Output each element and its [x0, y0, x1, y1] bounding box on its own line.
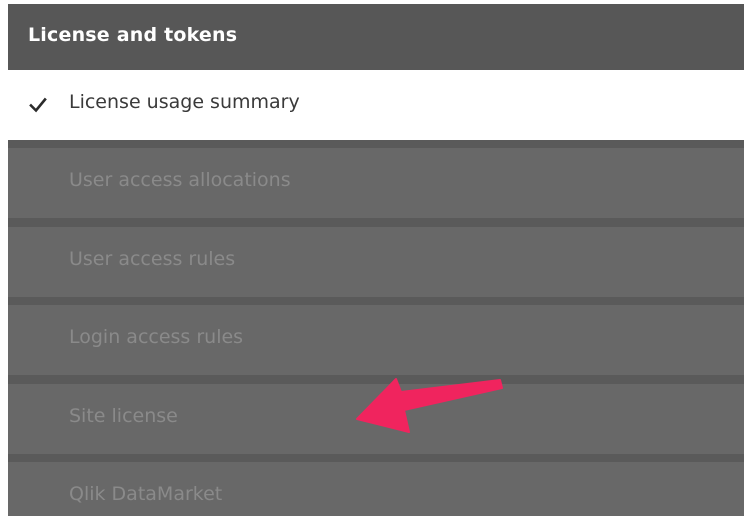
nav-item-label: License usage summary [69, 91, 300, 113]
nav-item-license-usage-summary[interactable]: License usage summary [8, 70, 744, 140]
nav-item-user-access-allocations[interactable]: User access allocations [8, 148, 744, 218]
nav-item-label: Site license [69, 405, 178, 427]
panel-header: License and tokens [8, 0, 744, 70]
nav-item-label: User access allocations [69, 169, 291, 191]
nav-item-login-access-rules[interactable]: Login access rules [8, 305, 744, 375]
nav-item-label: User access rules [69, 248, 236, 270]
nav-item-site-license[interactable]: Site license [8, 384, 744, 454]
check-icon [29, 97, 47, 113]
nav-item-label: Qlik DataMarket [69, 483, 223, 505]
nav-item-user-access-rules[interactable]: User access rules [8, 227, 744, 297]
panel-title: License and tokens [28, 24, 238, 46]
nav-item-qlik-datamarket[interactable]: Qlik DataMarket [8, 462, 744, 516]
license-nav-panel: License and tokens License usage summary… [8, 0, 744, 516]
nav-item-label: Login access rules [69, 326, 244, 348]
